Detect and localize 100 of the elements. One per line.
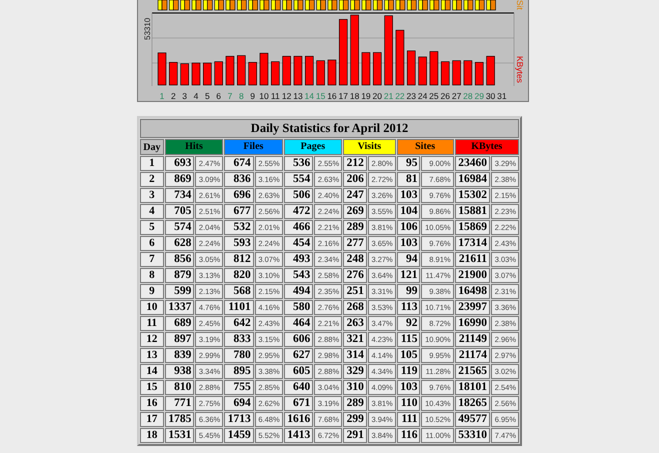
table-cell: 640 (284, 380, 314, 395)
day-axis-label: 5 (204, 91, 210, 101)
kbytes-bar (158, 52, 166, 86)
day-axis-label: 25 (429, 91, 439, 101)
table-cell: 628 (164, 236, 194, 251)
day-axis-label: 19 (361, 91, 371, 101)
table-cell: 103 (396, 236, 420, 251)
table-cell: 113 (396, 300, 420, 315)
table-cell: 689 (164, 316, 194, 331)
kbytes-bar (305, 56, 314, 86)
day-axis-label: 8 (238, 91, 244, 101)
table-cell: 251 (343, 284, 367, 299)
table-cell: 938 (164, 364, 194, 379)
day-axis-label: 14 (304, 91, 314, 101)
table-cell: 812 (224, 252, 254, 267)
table-cell: 1337 (164, 300, 194, 315)
day-axis-label: 9 (250, 91, 255, 101)
table-cell: 895 (224, 364, 254, 379)
table-cell: 755 (224, 380, 254, 395)
table-cell: 116 (396, 428, 420, 443)
table-cell: 856 (164, 252, 194, 267)
kbytes-bar (294, 56, 302, 86)
day-axis-label: 28 (463, 91, 473, 101)
table-cell: 92 (396, 316, 420, 331)
table-cell: 1 (140, 156, 164, 171)
column-header: Visits (343, 139, 396, 155)
table-cell: 15869 (454, 220, 490, 235)
series-label: Sit (515, 0, 525, 10)
table-cell: 506 (284, 188, 314, 203)
table-cell: 269 (343, 204, 367, 219)
day-axis-label: 13 (293, 91, 303, 101)
day-axis-label: 12 (282, 91, 292, 101)
table-cell: 693 (164, 156, 194, 171)
day-axis-label: 22 (395, 91, 405, 101)
table-cell: 16984 (454, 172, 490, 187)
table-cell: 314 (343, 348, 367, 363)
kbytes-bar (226, 56, 234, 86)
table-cell: 627 (284, 348, 314, 363)
table-cell: 18 (140, 428, 164, 443)
table-cell: 1459 (224, 428, 254, 443)
table-cell: 291 (343, 428, 367, 443)
table-cell: 13 (140, 348, 164, 363)
day-axis-label: 24 (418, 91, 428, 101)
y-axis-max-label: 53310 (143, 18, 152, 40)
table-cell: 18265 (454, 396, 490, 411)
kbytes-bar (328, 60, 336, 86)
day-axis-label: 23 (406, 91, 416, 101)
table-cell: 599 (164, 284, 194, 299)
day-axis-label: 20 (372, 91, 382, 101)
kbytes-bar (260, 52, 268, 86)
day-axis-label: 26 (440, 91, 450, 101)
table-cell: 49577 (454, 412, 490, 427)
day-axis-label: 27 (452, 91, 462, 101)
table-cell: 593 (224, 236, 254, 251)
kbytes-bar (440, 61, 450, 86)
table-cell: 897 (164, 332, 194, 347)
day-axis-label: 15 (316, 91, 326, 101)
table-cell: 605 (284, 364, 314, 379)
table-cell: 299 (343, 412, 367, 427)
table-cell: 21611 (454, 252, 490, 267)
table-cell: 115 (396, 332, 420, 347)
table-cell: 2 (140, 172, 164, 187)
table-cell: 833 (224, 332, 254, 347)
table-cell: 263 (343, 316, 367, 331)
table-cell: 15881 (454, 204, 490, 219)
table-cell: 16990 (454, 316, 490, 331)
table-cell: 8 (140, 268, 164, 283)
table-cell: 7 (140, 252, 164, 267)
table-cell: 580 (284, 300, 314, 315)
table-cell: 466 (284, 220, 314, 235)
table-cell: 606 (284, 332, 314, 347)
day-axis-label: 11 (270, 91, 280, 101)
table-cell: 4 (140, 204, 164, 219)
table-cell: 10 (140, 300, 164, 315)
table-cell: 277 (343, 236, 367, 251)
table-cell: 15302 (454, 188, 490, 203)
table-cell: 3 (140, 188, 164, 203)
table-cell: 276 (343, 268, 367, 283)
kbytes-bar (180, 63, 189, 86)
table-cell: 554 (284, 172, 314, 187)
kbytes-bar (350, 14, 359, 86)
kbytes-bar (282, 56, 291, 86)
table-cell: 771 (164, 396, 194, 411)
table-cell: 696 (224, 188, 254, 203)
kbytes-bar (486, 56, 495, 86)
table-cell: 12 (140, 332, 164, 347)
table-cell: 879 (164, 268, 194, 283)
table-cell: 671 (284, 396, 314, 411)
table-cell: 493 (284, 252, 314, 267)
table-cell: 839 (164, 348, 194, 363)
table-cell: 532 (224, 220, 254, 235)
day-axis-label: 30 (486, 91, 496, 101)
series-label: KBytes (515, 56, 525, 83)
table-cell: 16498 (454, 284, 490, 299)
table-cell: 836 (224, 172, 254, 187)
table-cell: 1413 (284, 428, 314, 443)
table-cell: 705 (164, 204, 194, 219)
table-cell: 21565 (454, 364, 490, 379)
kbytes-bar (372, 52, 382, 86)
table-cell: 103 (396, 188, 420, 203)
